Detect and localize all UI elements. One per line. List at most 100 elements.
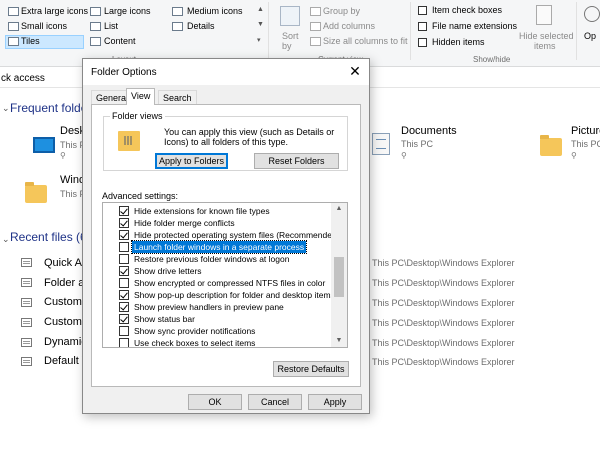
chevron-down-icon[interactable]: ⌄ <box>2 103 10 114</box>
setting-row[interactable]: Hide folder merge conflicts <box>103 217 331 229</box>
file-icon <box>21 278 32 287</box>
settings-scrollbar[interactable]: ▲ ▼ <box>331 203 347 347</box>
apply-button[interactable]: Apply <box>308 394 362 410</box>
frequent-item-name[interactable]: Picture <box>571 125 600 137</box>
hide-selected-icon <box>536 5 552 25</box>
size-columns-icon <box>310 37 321 46</box>
setting-label: Use check boxes to select items <box>134 338 256 348</box>
file-name-extensions-checkbox[interactable] <box>418 22 427 31</box>
item-check-boxes-checkbox[interactable] <box>418 6 427 15</box>
extra-large-icons-icon <box>8 7 19 16</box>
size-all-columns-button[interactable]: Size all columns to fit <box>323 36 408 46</box>
large-icons-icon <box>90 7 101 16</box>
scroll-up-icon[interactable]: ▲ <box>331 203 347 215</box>
setting-checkbox[interactable] <box>119 266 129 276</box>
content-option[interactable]: Content <box>104 36 136 46</box>
setting-row[interactable]: Restore previous folder windows at logon <box>103 253 331 265</box>
scroll-down-icon[interactable]: ▼ <box>331 335 347 347</box>
folder-views-label: Folder views <box>110 111 165 121</box>
setting-checkbox[interactable] <box>119 302 129 312</box>
setting-checkbox[interactable] <box>119 278 129 288</box>
content-icon <box>90 37 101 46</box>
details-icon <box>172 22 183 31</box>
address-text: ck access <box>1 73 45 84</box>
folder-view-icon <box>118 131 140 151</box>
hide-selected-button[interactable]: Hide selected <box>519 31 574 41</box>
list-option[interactable]: List <box>104 21 118 31</box>
setting-row[interactable]: Hide protected operating system files (R… <box>103 229 340 241</box>
layout-scroll-down-icon[interactable]: ▼ <box>257 21 264 28</box>
large-icons-option[interactable]: Large icons <box>104 6 151 16</box>
setting-row[interactable]: Use check boxes to select items <box>103 337 331 348</box>
setting-checkbox[interactable] <box>119 218 129 228</box>
tab-search[interactable]: Search <box>158 90 197 104</box>
setting-checkbox[interactable] <box>119 206 129 216</box>
setting-row[interactable]: Show preview handlers in preview pane <box>103 301 331 313</box>
folder-options-dialog: Folder Options ✕ General View Search Fol… <box>82 58 370 414</box>
frequent-item-sub: This PC <box>571 139 600 149</box>
pictures-folder-icon <box>540 135 562 156</box>
recent-file-path: This PC\Desktop\Windows Explorer <box>372 338 515 348</box>
setting-label: Show preview handlers in preview pane <box>134 302 284 312</box>
pin-icon: ⚲ <box>60 151 66 160</box>
layout-expand-icon[interactable]: ▾ <box>257 36 261 44</box>
setting-row[interactable]: Show sync provider notifications <box>103 325 331 337</box>
tiles-icon <box>8 37 19 46</box>
dialog-titlebar[interactable]: Folder Options ✕ <box>83 59 369 85</box>
setting-checkbox[interactable] <box>119 242 129 252</box>
setting-row[interactable]: Hide extensions for known file types <box>103 205 331 217</box>
hidden-items-checkbox[interactable] <box>418 38 427 47</box>
add-columns-button[interactable]: Add columns <box>323 21 375 31</box>
ribbon-separator <box>268 2 269 60</box>
setting-label: Show status bar <box>134 314 195 324</box>
advanced-settings-list[interactable]: Hide extensions for known file types Hid… <box>102 202 348 348</box>
setting-checkbox[interactable] <box>119 254 129 264</box>
tiles-option[interactable]: Tiles <box>21 36 40 46</box>
setting-checkbox[interactable] <box>119 338 129 347</box>
apply-to-folders-button[interactable]: Apply to Folders <box>155 153 228 169</box>
sort-by-button-line2: by <box>282 41 292 51</box>
list-icon <box>90 22 101 31</box>
setting-label: Hide extensions for known file types <box>134 206 270 216</box>
ok-button[interactable]: OK <box>188 394 242 410</box>
options-button[interactable]: Op <box>584 31 596 41</box>
setting-checkbox[interactable] <box>119 326 129 336</box>
medium-icons-option[interactable]: Medium icons <box>187 6 243 16</box>
recent-files-header[interactable]: Recent files (6) <box>10 230 91 244</box>
desktop-folder-icon <box>33 137 55 153</box>
setting-checkbox[interactable] <box>119 314 129 324</box>
cancel-button[interactable]: Cancel <box>248 394 302 410</box>
frequent-item-name[interactable]: Documents <box>401 125 457 137</box>
frequent-folders-header[interactable]: Frequent folde <box>10 101 87 115</box>
setting-checkbox[interactable] <box>119 290 129 300</box>
layout-scroll-up-icon[interactable]: ▲ <box>257 6 264 13</box>
setting-label: Show drive letters <box>134 266 202 276</box>
setting-checkbox[interactable] <box>119 230 129 240</box>
details-option[interactable]: Details <box>187 21 215 31</box>
setting-row-selected[interactable]: Launch folder windows in a separate proc… <box>103 240 331 254</box>
setting-row[interactable]: Show status bar <box>103 313 331 325</box>
setting-row[interactable]: Show drive letters <box>103 265 331 277</box>
setting-label: Show encrypted or compressed NTFS files … <box>134 278 326 288</box>
group-by-button[interactable]: Group by <box>323 6 360 16</box>
setting-row[interactable]: Show encrypted or compressed NTFS files … <box>103 277 331 289</box>
close-icon[interactable]: ✕ <box>347 63 363 79</box>
setting-label: Restore previous folder windows at logon <box>134 254 290 264</box>
ribbon-separator <box>576 2 577 60</box>
recent-file-path: This PC\Desktop\Windows Explorer <box>372 357 515 367</box>
restore-defaults-button[interactable]: Restore Defaults <box>273 361 349 377</box>
documents-folder-icon <box>372 133 390 155</box>
sort-by-button[interactable]: Sort <box>282 31 299 41</box>
pin-icon: ⚲ <box>571 151 577 160</box>
setting-label: Hide protected operating system files (R… <box>134 230 340 240</box>
setting-label: Show sync provider notifications <box>134 326 256 336</box>
frequent-item-sub: This PC <box>401 139 434 149</box>
extra-large-icons-option[interactable]: Extra large icons <box>21 6 88 16</box>
scroll-thumb[interactable] <box>334 257 344 297</box>
small-icons-option[interactable]: Small icons <box>21 21 67 31</box>
chevron-down-icon[interactable]: ⌄ <box>2 234 10 245</box>
reset-folders-button[interactable]: Reset Folders <box>254 153 339 169</box>
tab-view[interactable]: View <box>126 88 156 105</box>
setting-row[interactable]: Show pop-up description for folder and d… <box>103 289 335 301</box>
ribbon: Extra large icons Large icons Medium ico… <box>0 0 600 67</box>
